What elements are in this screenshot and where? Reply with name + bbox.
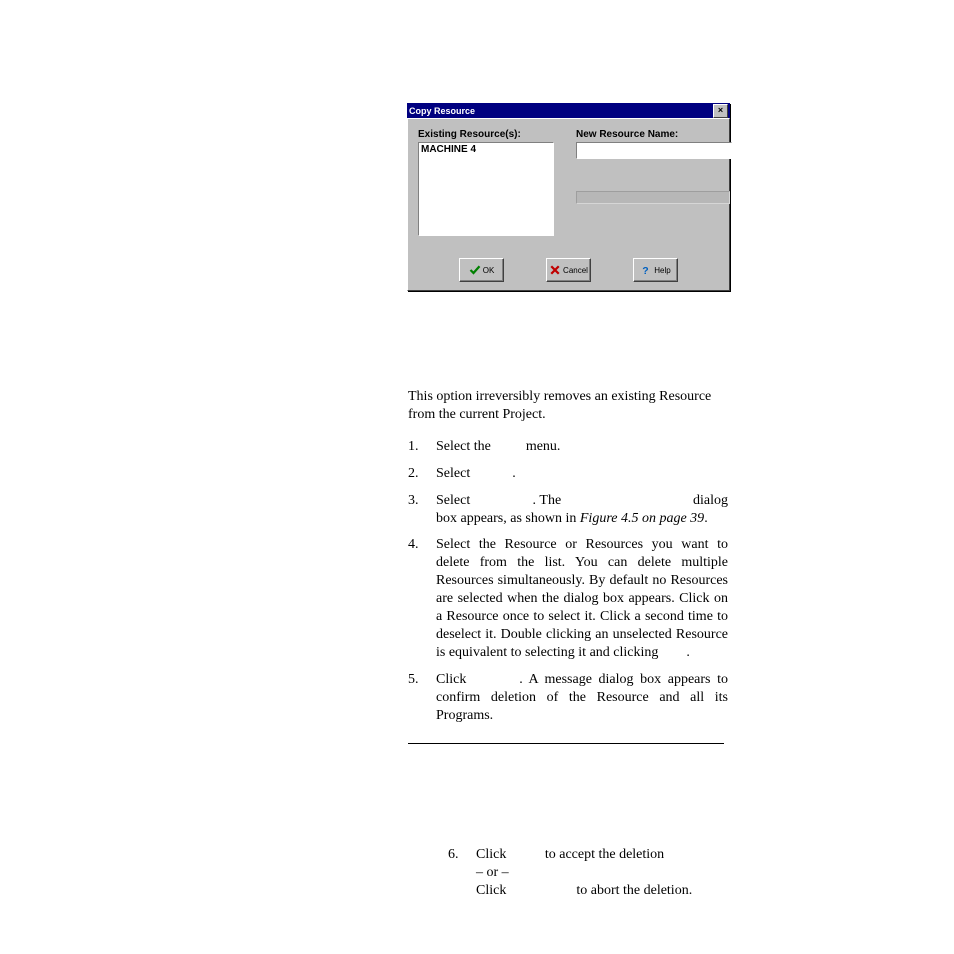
instruction-text: This option irreversibly removes an exis…: [408, 388, 728, 744]
question-icon: ?: [640, 264, 652, 276]
step-list-continued: 6. Click to accept the deletion – or – C…: [408, 846, 728, 901]
step-2: 2. Select .: [408, 465, 728, 483]
ok-button-label: OK: [483, 266, 495, 275]
svg-text:?: ?: [643, 265, 649, 276]
existing-resources-group: Existing Resource(s): MACHINE 4: [418, 129, 554, 236]
step-list: 1. Select the menu. 2. Select . 3. Selec…: [408, 438, 728, 725]
horizontal-rule: [408, 743, 724, 744]
close-icon[interactable]: ×: [713, 104, 728, 118]
new-resource-input[interactable]: [576, 142, 732, 159]
dialog-title: Copy Resource: [409, 106, 713, 116]
dialog-body: Existing Resource(s): MACHINE 4 New Reso…: [407, 118, 730, 291]
intro-paragraph: This option irreversibly removes an exis…: [408, 388, 728, 424]
cross-icon: [549, 264, 561, 276]
dialog-titlebar: Copy Resource ×: [407, 103, 730, 118]
cancel-button-label: Cancel: [563, 266, 588, 275]
existing-resources-label: Existing Resource(s):: [418, 129, 554, 140]
instruction-text-continued: 6. Click to accept the deletion – or – C…: [408, 832, 728, 915]
new-resource-group: New Resource Name:: [576, 129, 732, 236]
step-5: 5. Click . A message dialog box appears …: [408, 671, 728, 725]
copy-resource-dialog: Copy Resource × Existing Resource(s): MA…: [407, 103, 730, 291]
step-6: 6. Click to accept the deletion – or – C…: [448, 846, 728, 901]
help-button[interactable]: ? Help: [633, 258, 678, 282]
figure-reference: Figure 4.5 on page 39: [580, 511, 704, 526]
new-resource-label: New Resource Name:: [576, 129, 732, 140]
disabled-field: [576, 191, 730, 204]
step-3: 3. Select . The dialog box appears, as s…: [408, 492, 728, 528]
dialog-button-row: OK Cancel ? Help: [418, 258, 719, 282]
check-icon: [469, 264, 481, 276]
existing-resources-listbox[interactable]: MACHINE 4: [418, 142, 554, 236]
cancel-button[interactable]: Cancel: [546, 258, 591, 282]
ok-button[interactable]: OK: [459, 258, 504, 282]
list-item[interactable]: MACHINE 4: [421, 144, 551, 155]
step-1: 1. Select the menu.: [408, 438, 728, 456]
help-button-label: Help: [654, 266, 670, 275]
step-4: 4. Select the Resource or Resources you …: [408, 536, 728, 661]
